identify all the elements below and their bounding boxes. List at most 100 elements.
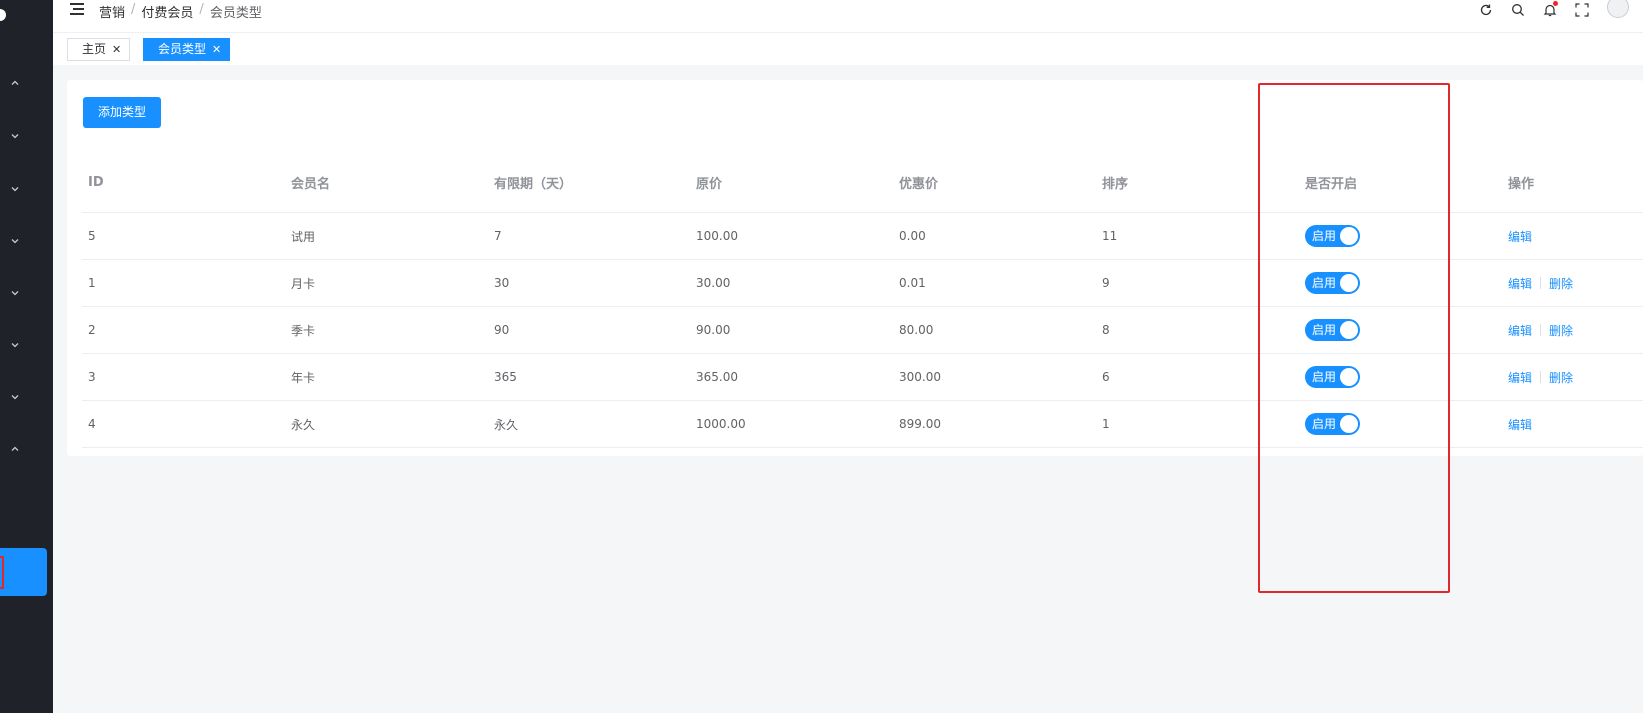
cell-discount: 80.00 <box>899 323 934 337</box>
chevron-down-icon[interactable] <box>10 184 20 194</box>
cell-name: 年卡 <box>291 370 316 385</box>
status-toggle[interactable]: 启用 <box>1305 413 1360 435</box>
edit-link[interactable]: 编辑 <box>1508 228 1532 245</box>
toggle-knob <box>1340 321 1358 339</box>
annotation-marker <box>0 556 4 589</box>
chevron-down-icon[interactable] <box>10 340 20 350</box>
cell-id: 2 <box>88 323 96 337</box>
edit-link[interactable]: 编辑 <box>1508 416 1532 433</box>
cell-price: 100.00 <box>696 229 738 243</box>
action-divider <box>1540 371 1542 383</box>
cell-price: 30.00 <box>696 276 731 290</box>
header: 营销 / 付费会员 / 会员类型 <box>53 0 1643 33</box>
toggle-label: 启用 <box>1312 417 1337 431</box>
avatar[interactable] <box>1607 0 1629 18</box>
breadcrumb-separator: / <box>131 2 136 17</box>
chevron-down-icon[interactable] <box>10 236 20 246</box>
notification-dot <box>1553 1 1558 6</box>
toggle-label: 启用 <box>1312 229 1337 243</box>
cell-status: 启用 <box>1305 401 1360 447</box>
cell-price: 90.00 <box>696 323 731 337</box>
cell-days: 365 <box>494 370 517 384</box>
tab-member-type[interactable]: 会员类型 ✕ <box>143 38 231 61</box>
sidebar-item-active[interactable] <box>0 548 47 596</box>
search-icon[interactable] <box>1511 3 1525 17</box>
fullscreen-icon[interactable] <box>1575 3 1589 17</box>
toggle-label: 启用 <box>1312 323 1337 337</box>
tab-label: 主页 <box>82 42 107 56</box>
edit-link[interactable]: 编辑 <box>1508 275 1532 292</box>
tab-home[interactable]: 主页 ✕ <box>67 38 131 61</box>
cell-discount: 0.00 <box>899 229 926 243</box>
tabs-bar: 主页 ✕ 会员类型 ✕ <box>53 33 1643 65</box>
delete-link[interactable]: 删除 <box>1549 369 1573 386</box>
cell-actions: 编辑 <box>1508 401 1532 447</box>
cell-actions: 编辑 删除 <box>1508 260 1573 306</box>
chevron-up-icon[interactable] <box>10 78 20 88</box>
toggle-knob <box>1340 227 1358 245</box>
chevron-down-icon[interactable] <box>10 131 20 141</box>
refresh-icon[interactable] <box>1479 3 1493 17</box>
status-toggle[interactable]: 启用 <box>1305 272 1360 294</box>
cell-id: 5 <box>88 229 96 243</box>
cell-status: 启用 <box>1305 213 1360 259</box>
breadcrumb-current: 会员类型 <box>209 6 262 21</box>
edit-link[interactable]: 编辑 <box>1508 322 1532 339</box>
delete-link[interactable]: 删除 <box>1549 275 1573 292</box>
cell-price: 1000.00 <box>696 417 746 431</box>
cell-days: 永久 <box>494 417 519 432</box>
cell-status: 启用 <box>1305 260 1360 306</box>
column-header: 优惠价 <box>899 177 939 192</box>
cell-sort: 6 <box>1102 370 1110 384</box>
cell-name: 永久 <box>291 417 316 432</box>
delete-link[interactable]: 删除 <box>1549 322 1573 339</box>
table-row: 2 季卡 90 90.00 80.00 8 启用 编辑 删除 <box>82 307 1643 354</box>
cell-status: 启用 <box>1305 307 1360 353</box>
menu-icon[interactable] <box>70 3 84 15</box>
table-header: ID 会员名 有限期（天） 原价 优惠价 排序 是否开启 操作 <box>82 153 1643 213</box>
cell-actions: 编辑 删除 <box>1508 354 1573 400</box>
column-header: 会员名 <box>291 177 331 192</box>
chevron-down-icon[interactable] <box>10 392 20 402</box>
action-divider <box>1540 277 1542 289</box>
tab-label: 会员类型 <box>158 42 207 56</box>
toggle-knob <box>1340 415 1358 433</box>
add-type-button[interactable]: 添加类型 <box>83 97 161 128</box>
cell-actions: 编辑 <box>1508 213 1532 259</box>
table-row: 5 试用 7 100.00 0.00 11 启用 编辑 <box>82 213 1643 260</box>
logo <box>0 9 6 21</box>
cell-discount: 0.01 <box>899 276 926 290</box>
breadcrumb-item[interactable]: 付费会员 <box>141 2 193 21</box>
cell-actions: 编辑 删除 <box>1508 307 1573 353</box>
chevron-up-icon[interactable] <box>10 444 20 454</box>
breadcrumb-item[interactable]: 营销 <box>99 2 125 21</box>
cell-name: 月卡 <box>291 276 316 291</box>
breadcrumb-separator: / <box>199 2 204 17</box>
status-toggle[interactable]: 启用 <box>1305 319 1360 341</box>
cell-sort: 9 <box>1102 276 1110 290</box>
close-icon[interactable]: ✕ <box>112 39 121 60</box>
close-icon[interactable]: ✕ <box>212 39 221 60</box>
edit-link[interactable]: 编辑 <box>1508 369 1532 386</box>
bell-icon[interactable] <box>1543 1 1558 17</box>
toggle-label: 启用 <box>1312 276 1337 290</box>
cell-discount: 300.00 <box>899 370 941 384</box>
status-toggle[interactable]: 启用 <box>1305 225 1360 247</box>
cell-price: 365.00 <box>696 370 738 384</box>
action-divider <box>1540 324 1542 336</box>
status-toggle[interactable]: 启用 <box>1305 366 1360 388</box>
cell-status: 启用 <box>1305 354 1360 400</box>
cell-id: 3 <box>88 370 96 384</box>
cell-name: 试用 <box>291 229 316 244</box>
cell-days: 30 <box>494 276 510 290</box>
content-card: 添加类型 ID 会员名 有限期（天） 原价 优惠价 排序 是否开启 操作 5 试用… <box>67 80 1643 456</box>
cell-days: 90 <box>494 323 510 337</box>
chevron-down-icon[interactable] <box>10 288 20 298</box>
toggle-knob <box>1340 368 1358 386</box>
column-header: 操作 <box>1508 177 1535 192</box>
cell-sort: 1 <box>1102 417 1110 431</box>
toggle-knob <box>1340 274 1358 292</box>
column-header: 有限期（天） <box>494 177 573 192</box>
column-header: 是否开启 <box>1305 177 1358 192</box>
cell-sort: 8 <box>1102 323 1110 337</box>
